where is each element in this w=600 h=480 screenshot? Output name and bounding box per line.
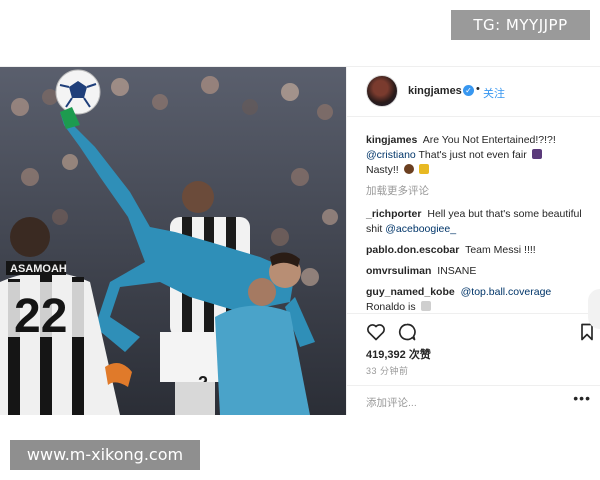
caption-text-1: Are You Not Entertained!?!?! — [422, 134, 556, 146]
avatar[interactable] — [366, 75, 398, 107]
svg-text:22: 22 — [14, 290, 67, 343]
emoji-icon — [531, 149, 542, 159]
header-username[interactable]: kingjames — [408, 85, 462, 97]
list-item: pablo.don.escobar Team Messi !!!! — [366, 243, 596, 258]
comments-list: kingjames Are You Not Entertained!?!?! @… — [366, 133, 596, 321]
emoji-icon — [420, 301, 431, 311]
next-post-arrow[interactable] — [588, 289, 600, 329]
football-icon — [55, 69, 101, 115]
list-item: omvrsuliman INSANE — [366, 264, 596, 279]
emoji-icon — [403, 164, 414, 174]
watermark-bottom: www.m-xikong.com — [10, 440, 200, 470]
post-side-panel: kingjames ✓ • 关注 kingjames Are You Not E… — [346, 67, 600, 415]
comment-mention[interactable]: @aceboogiee_ — [385, 223, 456, 235]
comment-text: Ronaldo is — [366, 301, 416, 313]
list-item: guy_named_kobe @top.ball.coverage Ronald… — [366, 285, 596, 315]
comment-icon[interactable] — [397, 322, 417, 342]
post-timestamp: 33 分钟前 — [366, 366, 409, 376]
emoji-icon — [418, 164, 429, 174]
follow-button[interactable]: 关注 — [483, 85, 505, 101]
comment-username[interactable]: omvrsuliman — [366, 265, 431, 277]
add-comment-input[interactable]: 添加评论... — [366, 395, 417, 410]
comment-text: INSANE — [437, 265, 477, 277]
post-photo: 2 A — [0, 67, 346, 415]
svg-text:ASAMOAH: ASAMOAH — [10, 263, 67, 275]
bicycle-kick-photo: 2 A — [0, 67, 346, 415]
likes-count[interactable]: 419,392 次赞 — [366, 346, 431, 362]
separator-dot: • — [476, 83, 480, 95]
caption-username[interactable]: kingjames — [366, 134, 417, 146]
post-header: kingjames ✓ • 关注 — [347, 67, 600, 117]
comment-text: Team Messi !!!! — [465, 244, 536, 256]
post-actions: 419,392 次赞 33 分钟前 — [347, 313, 600, 385]
heart-icon[interactable] — [366, 322, 386, 342]
caption-text-2: That's just not even fair — [418, 149, 527, 161]
load-more-comments[interactable]: 加载更多评论 — [366, 184, 596, 199]
verified-icon: ✓ — [463, 85, 474, 96]
watermark-top: TG: MYYJJPP — [451, 10, 590, 40]
comment-username[interactable]: _richporter — [366, 208, 421, 220]
comment-username[interactable]: guy_named_kobe — [366, 286, 455, 298]
more-options-icon[interactable]: ••• — [573, 390, 591, 406]
add-comment-bar: 添加评论... ••• — [347, 385, 600, 415]
comment-username[interactable]: pablo.don.escobar — [366, 244, 459, 256]
list-item: _richporter Hell yea but that's some bea… — [366, 207, 596, 237]
caption: kingjames Are You Not Entertained!?!?! @… — [366, 133, 596, 178]
comment-mention[interactable]: @top.ball.coverage — [461, 286, 552, 298]
caption-mention[interactable]: @cristiano — [366, 149, 416, 161]
caption-text-3: Nasty!! — [366, 164, 399, 176]
instagram-post: 2 A — [0, 66, 600, 415]
